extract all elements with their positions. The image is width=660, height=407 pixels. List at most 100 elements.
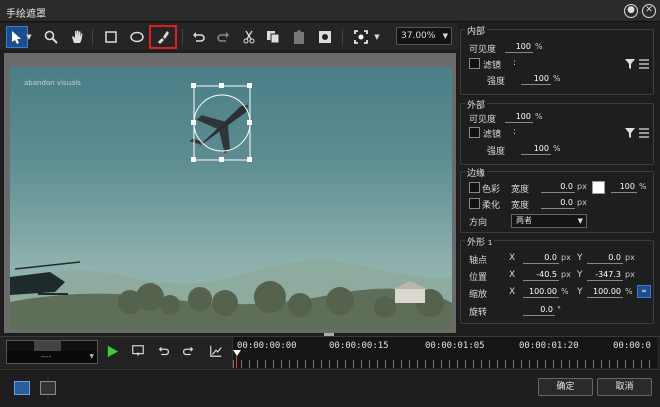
inner-visibility-input[interactable]: 100 <box>505 42 533 53</box>
edge-soft-checkbox[interactable] <box>469 198 480 209</box>
inner-visibility-label: 可见度 <box>469 45 497 55</box>
graph-button[interactable] <box>208 343 224 359</box>
scale-y-label: Y <box>577 287 583 297</box>
undo-icon <box>158 346 169 356</box>
inner-strength-input[interactable]: 100 <box>521 74 551 85</box>
rect-icon <box>105 31 117 43</box>
scale-y-unit: % <box>625 287 633 296</box>
keyframe-icon <box>319 31 331 43</box>
anchor-y-label: Y <box>577 253 583 263</box>
edge-color-opacity-input[interactable]: 100 <box>611 182 637 193</box>
outer-strength-input[interactable]: 100 <box>521 144 551 155</box>
view-single-button[interactable] <box>40 381 56 395</box>
video-preview[interactable]: abandon visuals <box>10 67 452 329</box>
inner-filter-label: 滤镜 <box>483 61 502 71</box>
scale-y-input[interactable]: 100.00 <box>587 287 623 298</box>
cancel-button[interactable]: 取消 <box>597 378 652 396</box>
undo-button[interactable] <box>188 26 210 48</box>
timeline-bar: ---- ▼ 00:00:00:00 00:00:00:15 00:00:01:… <box>0 336 660 368</box>
position-y-unit: px <box>625 270 635 279</box>
anchor-y-input[interactable]: 0.0 <box>587 253 623 264</box>
scale-label: 缩放 <box>469 290 488 300</box>
fit-button[interactable] <box>350 26 372 48</box>
scale-x-label: X <box>509 287 516 297</box>
fit-dropdown[interactable]: ▼ <box>372 26 382 48</box>
position-x-unit: px <box>561 270 571 279</box>
brush-mask-tool[interactable] <box>149 25 177 49</box>
fit-icon <box>354 30 368 44</box>
outer-visibility-input[interactable]: 100 <box>505 112 533 123</box>
time-label-0: 00:00:00:00 <box>237 341 297 351</box>
edge-color-swatch[interactable] <box>592 181 605 194</box>
zoom-value: 37.00% <box>401 31 436 41</box>
inner-strength-label: 强度 <box>487 77 506 87</box>
filter-icon[interactable] <box>625 128 635 138</box>
scale-x-input[interactable]: 100.00 <box>523 287 559 298</box>
edge-color-checkbox[interactable] <box>469 182 480 193</box>
close-icon[interactable]: ✕ <box>642 4 656 18</box>
ok-button[interactable]: 确定 <box>538 378 593 396</box>
edge-color-width-input[interactable]: 0.0 <box>541 182 575 193</box>
paste-button[interactable] <box>288 26 310 48</box>
playhead-line <box>236 355 237 368</box>
timeline-redo-button[interactable] <box>180 343 196 359</box>
rotate-input[interactable]: 0.0 <box>523 305 555 316</box>
edge-direction-label: 方向 <box>469 218 488 228</box>
window-title: 手绘遮罩 <box>6 9 46 20</box>
anchor-x-label: X <box>509 253 516 263</box>
hand-tool[interactable] <box>66 26 88 48</box>
play-button[interactable] <box>104 343 120 359</box>
edge-direction-select[interactable]: 两者 ▼ <box>511 214 587 228</box>
cut-button[interactable] <box>238 26 260 48</box>
pointer-icon <box>12 31 21 44</box>
outer-filter-checkbox[interactable] <box>469 127 480 138</box>
timeline-undo-button[interactable] <box>156 343 172 359</box>
timecode-display[interactable]: ---- ▼ <box>6 340 98 364</box>
rect-mask-tool[interactable] <box>100 26 122 48</box>
time-label-3: 00:00:01:20 <box>519 341 579 351</box>
redo-button[interactable] <box>212 26 234 48</box>
outer-filter-label: 滤镜 <box>483 130 502 140</box>
copy-button[interactable] <box>262 26 284 48</box>
outer-title: 外部 <box>465 98 488 111</box>
position-y-input[interactable]: -347.3 <box>587 270 623 281</box>
link-scale-icon[interactable]: ∞ <box>637 285 651 298</box>
time-label-2: 00:00:01:05 <box>425 341 485 351</box>
rotate-label: 旋转 <box>469 308 488 318</box>
edge-soft-width-input[interactable]: 0.0 <box>541 198 575 209</box>
shape-group: 外形 1 轴点 X 0.0 px Y 0.0 px 位置 X -40.5 px … <box>460 235 654 324</box>
ellipse-mask-tool[interactable] <box>126 26 148 48</box>
preview-area: abandon visuals <box>4 53 456 333</box>
timeline-ruler[interactable]: 00:00:00:00 00:00:00:15 00:00:01:05 00:0… <box>232 337 657 368</box>
view-split-button[interactable] <box>14 381 30 395</box>
inner-filter-checkbox[interactable] <box>469 58 480 69</box>
outer-group: 外部 可见度 100 % 滤镜 : 强度 100 % <box>460 98 654 165</box>
timecode-placeholder: ---- <box>41 353 52 361</box>
play-icon <box>107 345 118 357</box>
inner-filter-colon: : <box>513 58 517 68</box>
list-icon[interactable] <box>639 59 649 69</box>
position-x-input[interactable]: -40.5 <box>523 270 559 281</box>
edge-soft-width-label: 宽度 <box>511 201 530 211</box>
keyframe-button[interactable] <box>314 26 336 48</box>
shape-title-text: 外形 <box>467 238 486 248</box>
filter-icon[interactable] <box>625 59 635 69</box>
anchor-x-input[interactable]: 0.0 <box>523 253 559 264</box>
list-icon[interactable] <box>639 128 649 138</box>
rotate-unit: ° <box>557 305 561 314</box>
anchor-x-unit: px <box>561 253 571 262</box>
playhead-marker[interactable] <box>233 350 241 356</box>
ellipse-icon <box>130 31 144 43</box>
magnifier-tool[interactable] <box>40 26 62 48</box>
settings-icon[interactable]: ● <box>624 4 638 18</box>
time-label-4: 00:00:0 <box>613 341 651 351</box>
edge-soft-width-unit: px <box>577 198 587 207</box>
zoom-select[interactable]: 37.00% ▼ <box>396 27 452 45</box>
pointer-dropdown[interactable]: ▼ <box>24 26 34 48</box>
loop-button[interactable] <box>130 343 146 359</box>
edge-color-width-label: 宽度 <box>511 185 530 195</box>
preview-scene <box>10 83 452 329</box>
paste-icon <box>294 30 304 44</box>
title-bar: 手绘遮罩 ● ✕ <box>0 0 660 22</box>
outer-filter-colon: : <box>513 127 517 137</box>
